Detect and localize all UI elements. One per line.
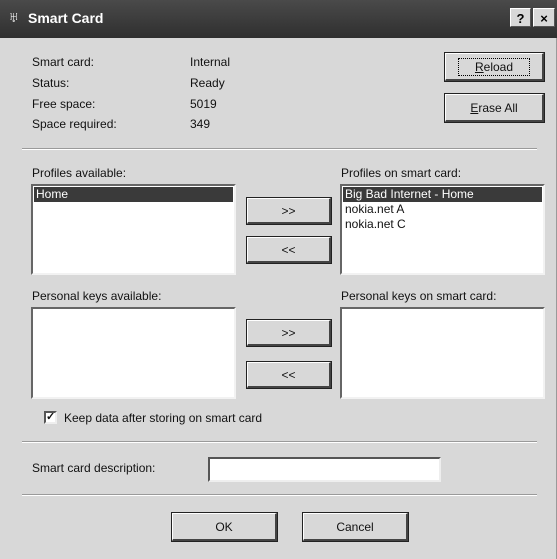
remove-profile-label: << <box>281 242 296 257</box>
smart-card-value: Internal <box>190 55 231 69</box>
cancel-button-label: Cancel <box>336 519 374 534</box>
reload-button[interactable]: Reload <box>444 52 545 82</box>
remove-key-label: << <box>281 367 296 382</box>
status-label: Status: <box>32 76 70 90</box>
keep-data-checkbox[interactable]: ✓ <box>44 411 57 424</box>
space-required-label: Space required: <box>32 117 117 131</box>
smart-card-app-icon: ♅ <box>8 9 20 26</box>
cancel-button[interactable]: Cancel <box>302 512 409 542</box>
status-value: Ready <box>190 76 225 90</box>
title-bar[interactable]: ♅ Smart Card ? × <box>0 0 557 38</box>
profiles-available-label: Profiles available: <box>32 166 127 180</box>
description-label: Smart card description: <box>32 461 156 475</box>
profiles-on-card-label: Profiles on smart card: <box>341 166 462 180</box>
remove-key-button[interactable]: << <box>246 361 332 389</box>
space-required-value: 349 <box>190 117 211 131</box>
profiles-available-list[interactable]: Home <box>31 184 236 275</box>
description-input[interactable] <box>208 457 441 482</box>
remove-profile-button[interactable]: << <box>246 236 332 264</box>
add-profile-label: >> <box>281 203 296 218</box>
keep-data-label: Keep data after storing on smart card <box>64 411 263 425</box>
list-item[interactable]: Big Bad Internet - Home <box>343 187 542 202</box>
ok-button[interactable]: OK <box>171 512 278 542</box>
keys-available-label: Personal keys available: <box>32 289 162 303</box>
add-profile-button[interactable]: >> <box>246 197 332 225</box>
free-space-value: 5019 <box>190 97 217 111</box>
list-item[interactable]: nokia.net C <box>343 217 542 232</box>
keys-on-card-list[interactable] <box>340 307 545 399</box>
reload-button-label: Reload <box>457 57 531 76</box>
erase-all-button-label: Erase All <box>470 100 518 115</box>
separator-bottom <box>22 494 537 496</box>
add-key-button[interactable]: >> <box>246 319 332 347</box>
separator-middle <box>22 441 537 443</box>
smart-card-label: Smart card: <box>32 55 95 69</box>
checkmark-icon: ✓ <box>46 411 56 423</box>
list-item[interactable]: nokia.net A <box>343 202 542 217</box>
window-title: Smart Card <box>28 10 104 26</box>
add-key-label: >> <box>281 325 296 340</box>
ok-button-label: OK <box>215 519 233 534</box>
erase-all-button[interactable]: Erase All <box>444 93 545 123</box>
close-button[interactable]: × <box>533 8 555 27</box>
list-item[interactable]: Home <box>34 187 233 202</box>
smart-card-dialog: ♅ Smart Card ? × Smart card: Internal St… <box>0 0 557 559</box>
keys-on-card-label: Personal keys on smart card: <box>341 289 497 303</box>
keys-available-list[interactable] <box>31 307 236 399</box>
separator-top <box>22 148 537 150</box>
free-space-label: Free space: <box>32 97 96 111</box>
help-button[interactable]: ? <box>510 8 531 27</box>
close-icon: × <box>540 11 548 26</box>
profiles-on-card-list[interactable]: Big Bad Internet - Home nokia.net A noki… <box>340 184 545 275</box>
